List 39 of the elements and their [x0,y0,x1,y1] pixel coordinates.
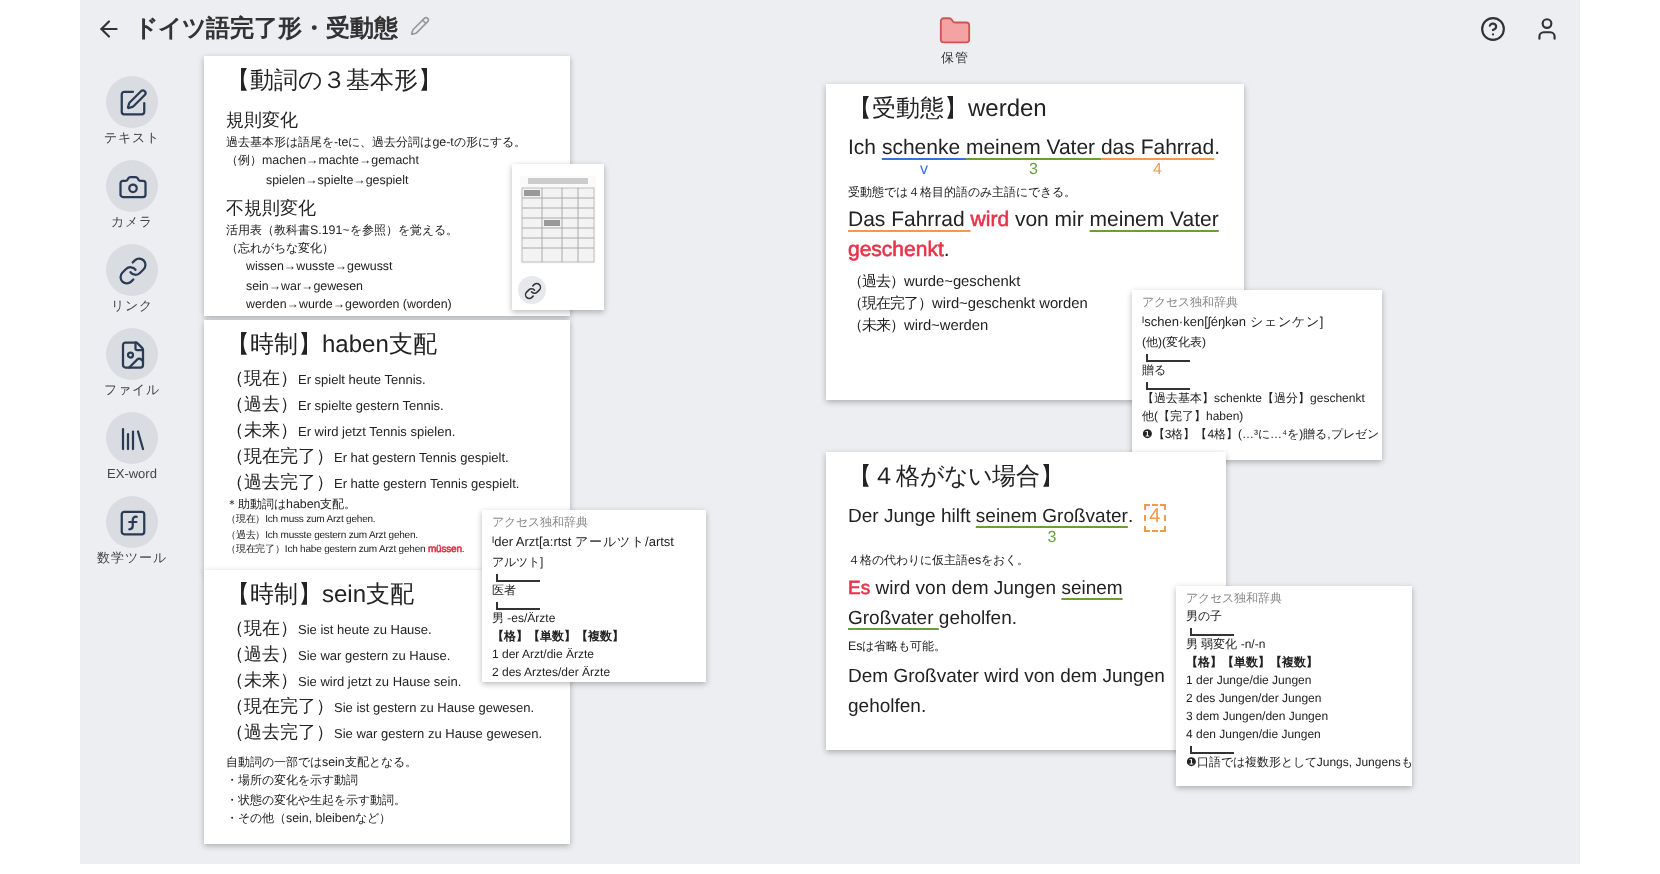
tense-label: （現在完了） [226,694,334,720]
tense-label: （過去完了） [226,720,334,746]
link-button[interactable] [518,276,546,304]
handwritten-mark: 4 [1151,160,1164,180]
tense-label: （現在） [226,366,298,392]
tense-label: （未来） [226,418,298,444]
section-heading: 不規則変化 [226,195,316,222]
camera-icon [117,171,147,201]
tense-label: （現在） [226,616,298,642]
link-icon [117,255,147,285]
tense-label: （現在完了） [226,444,334,470]
example-sentence: Das Fahrrad wird von mir meinem Vater geschenkt. [848,206,1221,267]
note-title: 【時制】haben支配 [226,328,437,362]
section-heading: 規則変化 [226,108,298,134]
account-button[interactable] [1534,16,1560,42]
file-icon [117,339,147,369]
tense-label: （過去完了） [226,470,334,496]
tense-label: （過去） [226,642,298,668]
function-icon [117,507,147,537]
folder-icon [938,14,972,48]
example-sentence: Es wird von dem Jungen seinem Großvater geholfen. [848,576,1125,635]
note-title: 【受動態】werden [848,92,1047,126]
note-title: 【４格がない場合】 [848,460,1064,494]
note-title: 【時制】sein支配 [226,578,415,612]
text-edit-icon [117,87,147,117]
example-sentence: Dem Großvater wird von dem Jungen geholfen. [848,663,1167,722]
link-icon [523,281,541,299]
document-title: ドイツ語完了形・受動態 [134,12,398,46]
tense-label: （未来） [226,668,298,694]
books-icon [117,423,147,453]
handwritten-mark: v [917,160,930,180]
handwritten-mark: 3 [1026,160,1040,180]
note-card[interactable] [204,56,570,316]
help-button[interactable] [1480,16,1506,42]
tense-label: （過去） [226,392,298,418]
handwritten-mark: 3 [1045,528,1059,548]
back-button[interactable] [96,16,122,42]
boxed-number: 4 [1143,504,1167,532]
note-title: 【動詞の３基本形】 [226,64,442,98]
